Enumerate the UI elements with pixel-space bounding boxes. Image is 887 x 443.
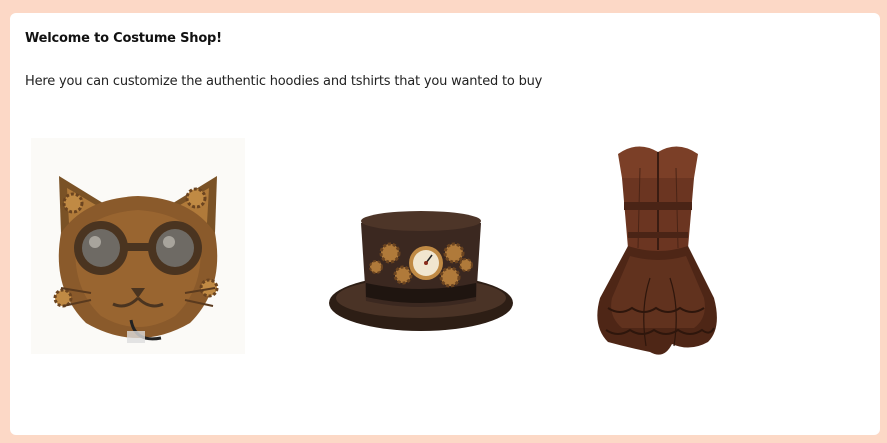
- product-corset-dress[interactable]: [590, 138, 726, 362]
- corset-dress-image: [597, 146, 717, 355]
- product-cat-mask[interactable]: [31, 138, 245, 354]
- page-subtitle: Here you can customize the authentic hoo…: [25, 74, 543, 89]
- top-hat-image: [329, 211, 513, 331]
- welcome-card: Welcome to Costume Shop! Here you can cu…: [10, 13, 880, 435]
- product-top-hat[interactable]: [328, 205, 514, 337]
- cat-mask-image: [31, 138, 245, 354]
- page-title: Welcome to Costume Shop!: [25, 31, 222, 46]
